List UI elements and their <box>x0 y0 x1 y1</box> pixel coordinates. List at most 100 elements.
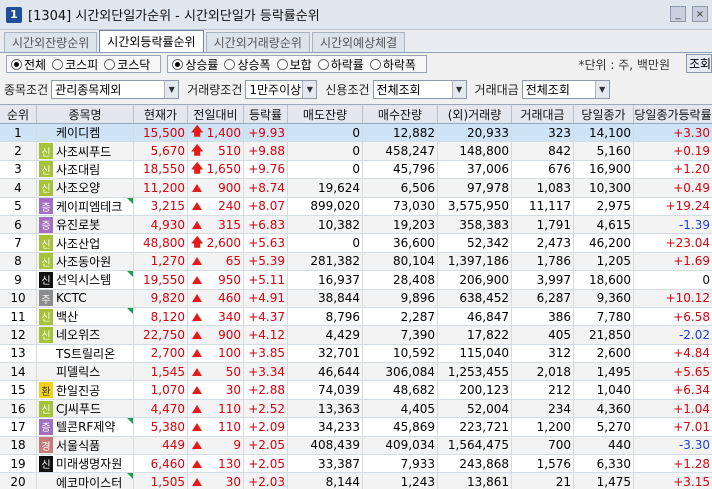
tab-after-hours-volume-rank[interactable]: 시간외거래량순위 <box>205 32 310 52</box>
col-header-close-rate[interactable]: 당일종가등락률 <box>634 105 712 123</box>
tab-after-hours-expected[interactable]: 시간외예상체결 <box>311 32 406 52</box>
up-triangle-icon <box>192 386 202 395</box>
cell-rate: +9.93 <box>244 124 288 142</box>
table-row[interactable]: 17 증 텔콘RF제약 5,380 110 +2.09 34,233 45,869 223,72… <box>0 418 712 437</box>
table-row[interactable]: 18 경 서울식품 449 9 +2.05 408,439 409,034 1,564,475 7… <box>0 436 712 456</box>
minimize-button[interactable]: _ <box>670 6 686 22</box>
cell-name[interactable]: TS트릴리온 <box>37 344 134 363</box>
cell-change: 130 <box>188 455 244 473</box>
stock-name: 사조오양 <box>56 181 101 196</box>
col-header-close[interactable]: 당일종가 <box>574 105 634 123</box>
market-radio-all[interactable]: 전체 <box>11 56 46 73</box>
stock-badge: 신 <box>39 235 53 252</box>
change-value: 900 <box>218 180 241 195</box>
stock-condition-select[interactable]: 관리종목제외 ▼ <box>51 79 180 99</box>
tab-after-hours-remain-rank[interactable]: 시간외잔량순위 <box>4 32 98 52</box>
cell-rank: 15 <box>0 381 37 399</box>
cell-name[interactable]: 신 사조동아원 <box>37 252 134 271</box>
cell-name[interactable]: 증 유진로봇 <box>37 215 134 234</box>
col-header-bid-remain[interactable]: 매수잔량 <box>363 105 438 123</box>
stock-name: 에코마이스터 <box>56 475 123 489</box>
market-radio-kospi[interactable]: 코스피 <box>52 56 98 73</box>
table-row[interactable]: 12 신 네오위즈 22,750 900 +4.12 4,429 7,390 17,822 405… <box>0 326 712 345</box>
rank-radio-fall-rate[interactable]: 하락률 <box>317 56 364 73</box>
cell-close: 46,200 <box>574 234 634 252</box>
table-row[interactable]: 15 환 한일진공 1,070 30 +2.88 74,039 48,682 200,123 21… <box>0 381 712 400</box>
table-row[interactable]: 3 신 사조대림 18,550 🡅 1,650 +9.76 0 45,796 37,006 676 1… <box>0 160 712 180</box>
cell-rank: 9 <box>0 271 37 289</box>
table-row[interactable]: 9 신 선익시스템 19,550 950 +5.11 16,937 28,408 206,900… <box>0 271 712 290</box>
cell-name[interactable]: 주 KCTC <box>37 289 134 307</box>
market-radio-kosdaq[interactable]: 코스닥 <box>104 56 150 73</box>
table-row[interactable]: 6 증 유진로봇 4,930 315 +6.83 10,382 19,203 358,383 1,… <box>0 215 712 235</box>
cell-name[interactable]: 피델릭스 <box>37 363 134 381</box>
query-button[interactable]: 조회 <box>686 54 712 73</box>
cell-rank: 3 <box>0 160 37 179</box>
stock-badge: 신 <box>39 161 53 178</box>
stock-badge: 신 <box>39 143 53 160</box>
col-header-volume[interactable]: (외)거래량 <box>438 105 512 123</box>
table-row[interactable]: 14 피델릭스 1,545 50 +3.34 46,644 306,084 1,253,455… <box>0 363 712 382</box>
cell-name[interactable]: 신 백산 <box>37 307 134 326</box>
stock-badge: 증 <box>39 198 53 215</box>
cell-close-rate: +6.34 <box>673 383 710 398</box>
cell-name[interactable]: 신 사조대림 <box>37 160 134 179</box>
tab-after-hours-rate-rank[interactable]: 시간외등락률순위 <box>99 30 204 52</box>
col-header-rate[interactable]: 등락률 <box>244 105 288 123</box>
rank-radio-flat[interactable]: 보합 <box>276 56 312 73</box>
corner-flag-icon <box>127 307 133 314</box>
stock-badge: 신 <box>39 271 53 288</box>
table-row[interactable]: 8 신 사조동아원 1,270 65 +5.39 281,382 80,104 1,397,18… <box>0 252 712 272</box>
table-row[interactable]: 10 주 KCTC 9,820 460 +4.91 38,844 9,896 638,452 6,… <box>0 289 712 308</box>
cell-name[interactable]: 신 사조오양 <box>37 179 134 197</box>
table-row[interactable]: 1 케이디켐 15,500 🡅 1,400 +9.93 0 12,882 20,933 323 14… <box>0 124 712 143</box>
amount-condition-select[interactable]: 전체조회 ▼ <box>521 79 610 99</box>
credit-condition-select[interactable]: 전체조회 ▼ <box>372 79 467 99</box>
up-triangle-icon <box>192 183 202 192</box>
cell-price: 1,070 <box>134 381 188 399</box>
table-row[interactable]: 19 신 미래생명자원 6,460 130 +2.05 33,387 7,933 243,868… <box>0 455 712 474</box>
cell-rate: +4.12 <box>244 326 288 344</box>
table-row[interactable]: 2 신 사조씨푸드 5,670 🡅 510 +9.88 0 458,247 148,800 842 5… <box>0 142 712 161</box>
cell-name[interactable]: 증 텔콘RF제약 <box>37 418 134 436</box>
cell-bid-remain: 7,390 <box>363 326 438 344</box>
table-row[interactable]: 13 TS트릴리온 2,700 100 +3.85 32,701 10,592 115,040… <box>0 344 712 364</box>
cell-name[interactable]: 환 한일진공 <box>37 381 134 399</box>
col-header-rank[interactable]: 순위 <box>0 105 37 123</box>
cell-close-rate: +1.20 <box>673 162 710 177</box>
cell-name[interactable]: 신 선익시스템 <box>37 271 134 289</box>
cell-name[interactable]: 에코마이스터 <box>37 473 134 489</box>
volume-condition-select[interactable]: 1만주이상 ▼ <box>245 79 318 99</box>
close-button[interactable]: × <box>692 6 708 22</box>
table-row[interactable]: 11 신 백산 8,120 340 +4.37 8,796 2,287 46,847 386 7,7… <box>0 307 712 327</box>
cell-amount: 700 <box>512 436 574 455</box>
table-row[interactable]: 16 신 CJ씨푸드 4,470 110 +2.52 13,363 4,405 52,004 23… <box>0 399 712 419</box>
cell-change: 🡅 1,400 <box>188 124 244 142</box>
cell-name[interactable]: 신 사조산업 <box>37 234 134 252</box>
col-header-price[interactable]: 현재가 <box>134 105 188 123</box>
col-header-ask-remain[interactable]: 매도잔량 <box>288 105 363 123</box>
rank-radio-rise-rate[interactable]: 상승률 <box>172 56 218 73</box>
table-row[interactable]: 5 증 케이피엠테크 3,215 240 +8.07 899,020 73,030 3,575,… <box>0 197 712 216</box>
cell-amount: 1,083 <box>512 179 574 197</box>
cell-name[interactable]: 신 네오위즈 <box>37 326 134 344</box>
table-body: 1 케이디켐 15,500 🡅 1,400 +9.93 0 12,882 20,933 323 14… <box>0 124 712 489</box>
cell-close: 21,850 <box>574 326 634 344</box>
table-row[interactable]: 4 신 사조오양 11,200 900 +8.74 19,624 6,506 97,978 1,0… <box>0 179 712 198</box>
cell-name[interactable]: 증 케이피엠테크 <box>37 197 134 215</box>
rank-radio-rise-amount[interactable]: 상승폭 <box>224 56 271 73</box>
cell-name[interactable]: 신 CJ씨푸드 <box>37 399 134 418</box>
col-header-name[interactable]: 종목명 <box>37 105 134 123</box>
cell-name[interactable]: 신 미래생명자원 <box>37 455 134 473</box>
rank-radio-fall-amount[interactable]: 하락폭 <box>369 56 416 73</box>
window-titlebar: 1 [1304] 시간외단일가순위 - 시간외단일가 등락률순위 _ × <box>0 0 712 30</box>
col-header-amount[interactable]: 거래대금 <box>512 105 574 123</box>
cell-amount: 405 <box>512 326 574 344</box>
cell-name[interactable]: 케이디켐 <box>37 124 134 142</box>
table-row[interactable]: 7 신 사조산업 48,800 🡅 2,600 +5.63 0 36,600 52,342 2,47… <box>0 234 712 253</box>
col-header-change[interactable]: 전일대비 <box>188 105 244 123</box>
cell-name[interactable]: 신 사조씨푸드 <box>37 142 134 160</box>
table-row[interactable]: 20 에코마이스터 1,505 30 +2.03 8,144 1,243 13,861 21 1,… <box>0 473 712 489</box>
cell-name[interactable]: 경 서울식품 <box>37 436 134 455</box>
stock-badge <box>39 345 53 361</box>
